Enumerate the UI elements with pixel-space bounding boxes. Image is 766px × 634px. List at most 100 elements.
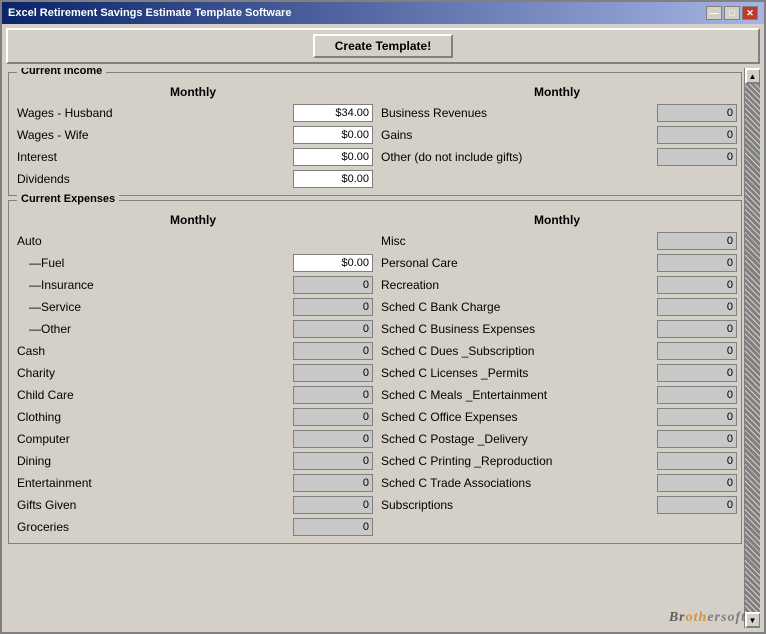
expense-right-input-3[interactable] (657, 298, 737, 316)
income-left-col: Monthly Wages - Husband Wages - Wife Int… (13, 85, 373, 191)
expense-label-gifts: Gifts Given (13, 498, 293, 512)
expense-row-fuel: —Fuel (13, 253, 373, 273)
expense-row-groceries: Groceries (13, 517, 373, 537)
title-bar: Excel Retirement Savings Estimate Templa… (2, 2, 764, 24)
expense-input-groceries[interactable] (293, 518, 373, 536)
income-label-1: Wages - Wife (13, 128, 293, 142)
expense-input-fuel[interactable] (293, 254, 373, 272)
income-right-input-2[interactable] (657, 148, 737, 166)
income-row-2: Interest (13, 147, 373, 167)
expense-right-input-6[interactable] (657, 364, 737, 382)
expenses-section: Current Expenses Monthly Auto —Fuel (8, 200, 742, 544)
expense-row-charity: Charity (13, 363, 373, 383)
expense-input-cash[interactable] (293, 342, 373, 360)
income-section-inner: Monthly Wages - Husband Wages - Wife Int… (13, 77, 737, 191)
expense-row-insurance: —Insurance (13, 275, 373, 295)
window-title: Excel Retirement Savings Estimate Templa… (8, 7, 291, 19)
expense-right-row-0: Misc (377, 231, 737, 251)
income-input-2[interactable] (293, 148, 373, 166)
create-template-button[interactable]: Create Template! (313, 34, 453, 58)
expense-input-other-auto[interactable] (293, 320, 373, 338)
expense-right-row-8: Sched C Office Expenses (377, 407, 737, 427)
expense-right-row-4: Sched C Business Expenses (377, 319, 737, 339)
income-right-row-0: Business Revenues (377, 103, 737, 123)
expense-input-clothing[interactable] (293, 408, 373, 426)
expense-input-gifts[interactable] (293, 496, 373, 514)
expense-label-entertainment: Entertainment (13, 476, 293, 490)
income-right-input-1[interactable] (657, 126, 737, 144)
title-bar-controls: — □ ✕ (706, 6, 758, 20)
income-label-0: Wages - Husband (13, 106, 293, 120)
expense-input-service[interactable] (293, 298, 373, 316)
expense-right-input-7[interactable] (657, 386, 737, 404)
expense-right-label-5: Sched C Dues _Subscription (377, 344, 657, 358)
income-row-3: Dividends (13, 169, 373, 189)
income-right-header: Monthly (377, 85, 737, 99)
expense-right-input-0[interactable] (657, 232, 737, 250)
expense-right-label-8: Sched C Office Expenses (377, 410, 657, 424)
expense-row-gifts: Gifts Given (13, 495, 373, 515)
expense-right-input-8[interactable] (657, 408, 737, 426)
income-right-label-1: Gains (377, 128, 657, 142)
expense-right-input-5[interactable] (657, 342, 737, 360)
scrollable-content[interactable]: Current Income Monthly Wages - Husband W… (6, 68, 744, 628)
expense-label-cash: Cash (13, 344, 293, 358)
expense-right-row-1: Personal Care (377, 253, 737, 273)
income-input-3[interactable] (293, 170, 373, 188)
maximize-button[interactable]: □ (724, 6, 740, 20)
income-right-input-0[interactable] (657, 104, 737, 122)
expense-right-input-12[interactable] (657, 496, 737, 514)
expense-label-clothing: Clothing (13, 410, 293, 424)
expense-label-groceries: Groceries (13, 520, 293, 534)
scroll-down-button[interactable]: ▼ (745, 612, 761, 628)
expense-right-label-0: Misc (377, 234, 657, 248)
income-label-3: Dividends (13, 172, 293, 186)
expense-row-cash: Cash (13, 341, 373, 361)
expense-right-row-5: Sched C Dues _Subscription (377, 341, 737, 361)
expense-right-input-4[interactable] (657, 320, 737, 338)
expense-label-service: —Service (13, 300, 293, 314)
expense-row-service: —Service (13, 297, 373, 317)
expense-right-label-12: Subscriptions (377, 498, 657, 512)
expense-input-charity[interactable] (293, 364, 373, 382)
expense-right-row-7: Sched C Meals _Entertainment (377, 385, 737, 405)
expense-right-row-2: Recreation (377, 275, 737, 295)
expense-input-childcare[interactable] (293, 386, 373, 404)
expense-input-insurance[interactable] (293, 276, 373, 294)
expense-row-other-auto: —Other (13, 319, 373, 339)
income-row-1: Wages - Wife (13, 125, 373, 145)
expense-right-input-1[interactable] (657, 254, 737, 272)
expense-label-childcare: Child Care (13, 388, 293, 402)
expense-right-input-9[interactable] (657, 430, 737, 448)
expense-input-dining[interactable] (293, 452, 373, 470)
main-window: Excel Retirement Savings Estimate Templa… (0, 0, 766, 634)
close-button[interactable]: ✕ (742, 6, 758, 20)
expense-right-label-10: Sched C Printing _Reproduction (377, 454, 657, 468)
scroll-track[interactable] (745, 84, 761, 612)
expense-input-entertainment[interactable] (293, 474, 373, 492)
watermark: Brothersoft (669, 609, 746, 626)
expense-right-row-10: Sched C Printing _Reproduction (377, 451, 737, 471)
scroll-area: Current Income Monthly Wages - Husband W… (6, 68, 760, 628)
expense-right-input-2[interactable] (657, 276, 737, 294)
expense-right-input-11[interactable] (657, 474, 737, 492)
expense-right-label-1: Personal Care (377, 256, 657, 270)
income-label-2: Interest (13, 150, 293, 164)
expense-right-input-10[interactable] (657, 452, 737, 470)
income-right-row-2: Other (do not include gifts) (377, 147, 737, 167)
expense-right-row-6: Sched C Licenses _Permits (377, 363, 737, 383)
expense-right-row-12: Subscriptions (377, 495, 737, 515)
expense-row-childcare: Child Care (13, 385, 373, 405)
income-right-label-2: Other (do not include gifts) (377, 150, 657, 164)
expense-label-auto: Auto (13, 234, 373, 248)
expense-label-charity: Charity (13, 366, 293, 380)
minimize-button[interactable]: — (706, 6, 722, 20)
expense-input-computer[interactable] (293, 430, 373, 448)
scroll-up-button[interactable]: ▲ (745, 68, 761, 84)
income-input-1[interactable] (293, 126, 373, 144)
income-input-0[interactable] (293, 104, 373, 122)
expense-row-dining: Dining (13, 451, 373, 471)
expenses-left-col: Monthly Auto —Fuel —Insurance (13, 213, 373, 539)
vertical-scrollbar[interactable]: ▲ ▼ (744, 68, 760, 628)
expense-right-row-9: Sched C Postage _Delivery (377, 429, 737, 449)
